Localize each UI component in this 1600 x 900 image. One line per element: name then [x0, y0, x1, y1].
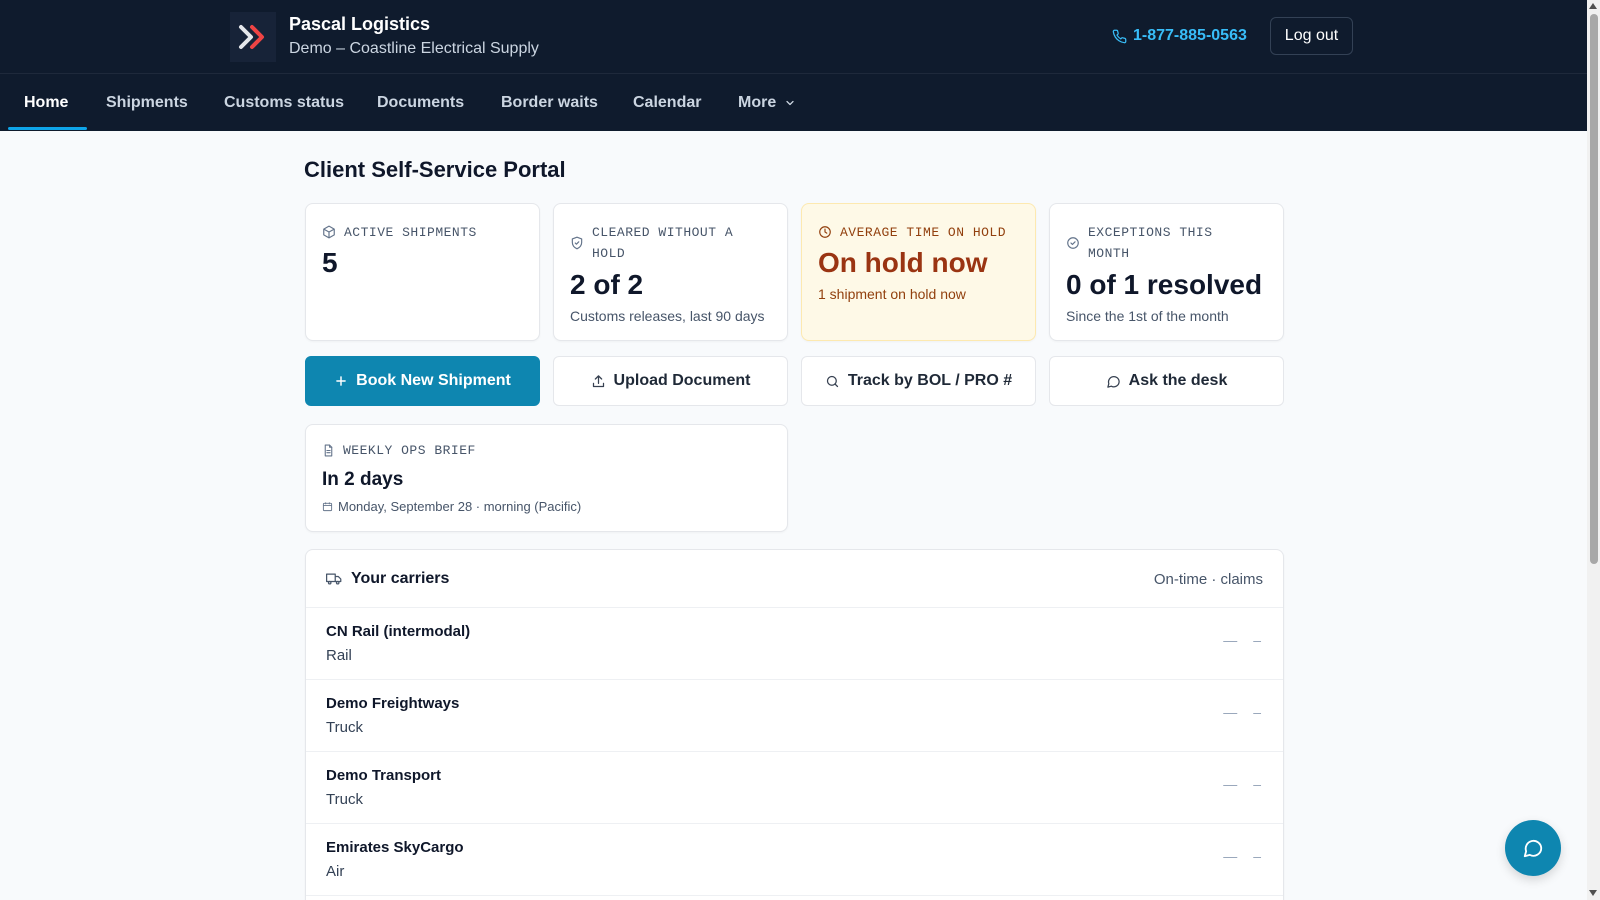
- carriers-panel: Your carriers On-time · claims CN Rail (…: [305, 549, 1284, 900]
- logout-button[interactable]: Log out: [1270, 17, 1353, 55]
- scroll-up-arrow[interactable]: [1589, 3, 1597, 9]
- on-time-value: —: [1223, 632, 1240, 648]
- carrier-row[interactable]: Demo Transport Truck — –: [306, 752, 1283, 824]
- carrier-stats: — –: [1223, 704, 1263, 720]
- brief-date: Monday, September 28 · morning (Pacific): [322, 499, 581, 514]
- brief-label: WEEKLY OPS BRIEF: [322, 443, 476, 458]
- nav-border-waits[interactable]: Border waits: [501, 74, 598, 132]
- carrier-row[interactable]: CN Rail (intermodal) Rail — –: [306, 608, 1283, 680]
- carriers-title: Your carriers: [326, 570, 449, 588]
- chevron-down-icon: [786, 100, 794, 106]
- phone-icon: [1112, 29, 1127, 43]
- carrier-row[interactable]: Emirates SkyCargo Air — –: [306, 824, 1283, 896]
- stat-caption: 1 shipment on hold now: [818, 286, 966, 302]
- book-new-shipment-button[interactable]: Book New Shipment: [305, 356, 540, 406]
- stat-caption: Since the 1st of the month: [1066, 308, 1229, 324]
- stat-value: 5: [322, 247, 338, 278]
- stat-label: AVERAGE TIME ON HOLD: [818, 222, 1006, 243]
- plus-icon: [336, 376, 346, 386]
- shield-check-icon: [571, 236, 583, 250]
- nav-shipments[interactable]: Shipments: [106, 74, 188, 132]
- stat-card-active-shipments: ACTIVE SHIPMENTS 5: [305, 203, 540, 341]
- stat-card-average-time-on-hold: AVERAGE TIME ON HOLD On hold now 1 shipm…: [801, 203, 1036, 341]
- carrier-mode: Air: [326, 863, 345, 880]
- top-header: Pascal Logistics Demo – Coastline Electr…: [0, 0, 1587, 73]
- carrier-mode: Truck: [326, 791, 363, 808]
- scroll-down-arrow[interactable]: [1589, 890, 1597, 896]
- stat-caption: Customs releases, last 90 days: [570, 308, 765, 324]
- nav-customs-status[interactable]: Customs status: [224, 74, 344, 132]
- message-icon: [1106, 375, 1120, 388]
- claims-value: –: [1253, 848, 1263, 864]
- stat-label: CLEARED WITHOUT A HOLD: [570, 222, 762, 264]
- carrier-mode: Truck: [326, 719, 363, 736]
- carrier-mode: Rail: [326, 647, 352, 664]
- page-scrollbar[interactable]: [1587, 0, 1600, 900]
- nav-active-indicator: [8, 127, 87, 130]
- nav-calendar[interactable]: Calendar: [633, 74, 701, 132]
- upload-icon: [592, 374, 604, 387]
- chat-button[interactable]: [1505, 820, 1561, 876]
- carriers-header: Your carriers On-time · claims: [306, 550, 1283, 608]
- on-time-value: —: [1223, 848, 1240, 864]
- phone-number: 1-877-885-0563: [1133, 27, 1247, 44]
- carrier-name: Demo Transport: [326, 767, 442, 784]
- carrier-stats: — –: [1223, 632, 1263, 648]
- stat-card-exceptions-this-month: EXCEPTIONS THIS MONTH 0 of 1 resolved Si…: [1049, 203, 1284, 341]
- document-icon: [324, 444, 333, 457]
- package-icon: [323, 225, 335, 239]
- stat-value: 0 of 1 resolved: [1066, 269, 1263, 300]
- check-circle-icon: [1067, 237, 1079, 249]
- search-icon: [826, 375, 839, 387]
- stat-value: 2 of 2: [570, 269, 644, 300]
- carrier-name: Emirates SkyCargo: [326, 839, 464, 856]
- truck-icon: [326, 573, 342, 585]
- claims-value: –: [1253, 776, 1263, 792]
- chat-icon: [1523, 839, 1543, 858]
- stat-value: On hold now: [818, 247, 988, 278]
- upload-document-button[interactable]: Upload Document: [553, 356, 788, 406]
- main-nav: Home Shipments Customs status Documents …: [0, 73, 1587, 131]
- double-chevron-right-icon: [239, 25, 264, 49]
- carrier-row[interactable]: Demo Freightways Truck — –: [306, 680, 1283, 752]
- claims-value: –: [1253, 704, 1263, 720]
- stat-card-cleared-without-hold: CLEARED WITHOUT A HOLD 2 of 2 Customs re…: [553, 203, 788, 341]
- on-time-value: —: [1223, 704, 1240, 720]
- stat-label: ACTIVE SHIPMENTS: [322, 222, 477, 243]
- carrier-name: CN Rail (intermodal): [326, 623, 471, 640]
- nav-more-label: More: [738, 94, 777, 111]
- brand-logo[interactable]: [230, 12, 276, 62]
- nav-home[interactable]: Home: [24, 74, 68, 132]
- nav-more[interactable]: More: [738, 74, 796, 132]
- page-title: Client Self-Service Portal: [304, 157, 566, 182]
- phone-link[interactable]: 1-877-885-0563: [1112, 27, 1247, 45]
- clock-icon: [819, 226, 831, 238]
- stat-label: EXCEPTIONS THIS MONTH: [1066, 222, 1258, 264]
- client-name: Demo – Coastline Electrical Supply: [289, 40, 539, 57]
- track-by-bol-pro-button[interactable]: Track by BOL / PRO #: [801, 356, 1036, 406]
- brief-value: In 2 days: [322, 469, 404, 490]
- nav-documents[interactable]: Documents: [377, 74, 464, 132]
- carriers-meta: On-time · claims: [1153, 571, 1263, 588]
- on-time-value: —: [1223, 776, 1240, 792]
- carrier-stats: — –: [1223, 776, 1263, 792]
- carrier-name: Demo Freightways: [326, 695, 460, 712]
- weekly-ops-brief-card[interactable]: WEEKLY OPS BRIEF In 2 days Monday, Septe…: [305, 424, 788, 532]
- claims-value: –: [1253, 632, 1263, 648]
- carrier-stats: — –: [1223, 848, 1263, 864]
- calendar-icon: [322, 502, 333, 512]
- brand-name: Pascal Logistics: [289, 14, 431, 34]
- ask-the-desk-button[interactable]: Ask the desk: [1049, 356, 1284, 406]
- scroll-thumb[interactable]: [1590, 14, 1598, 564]
